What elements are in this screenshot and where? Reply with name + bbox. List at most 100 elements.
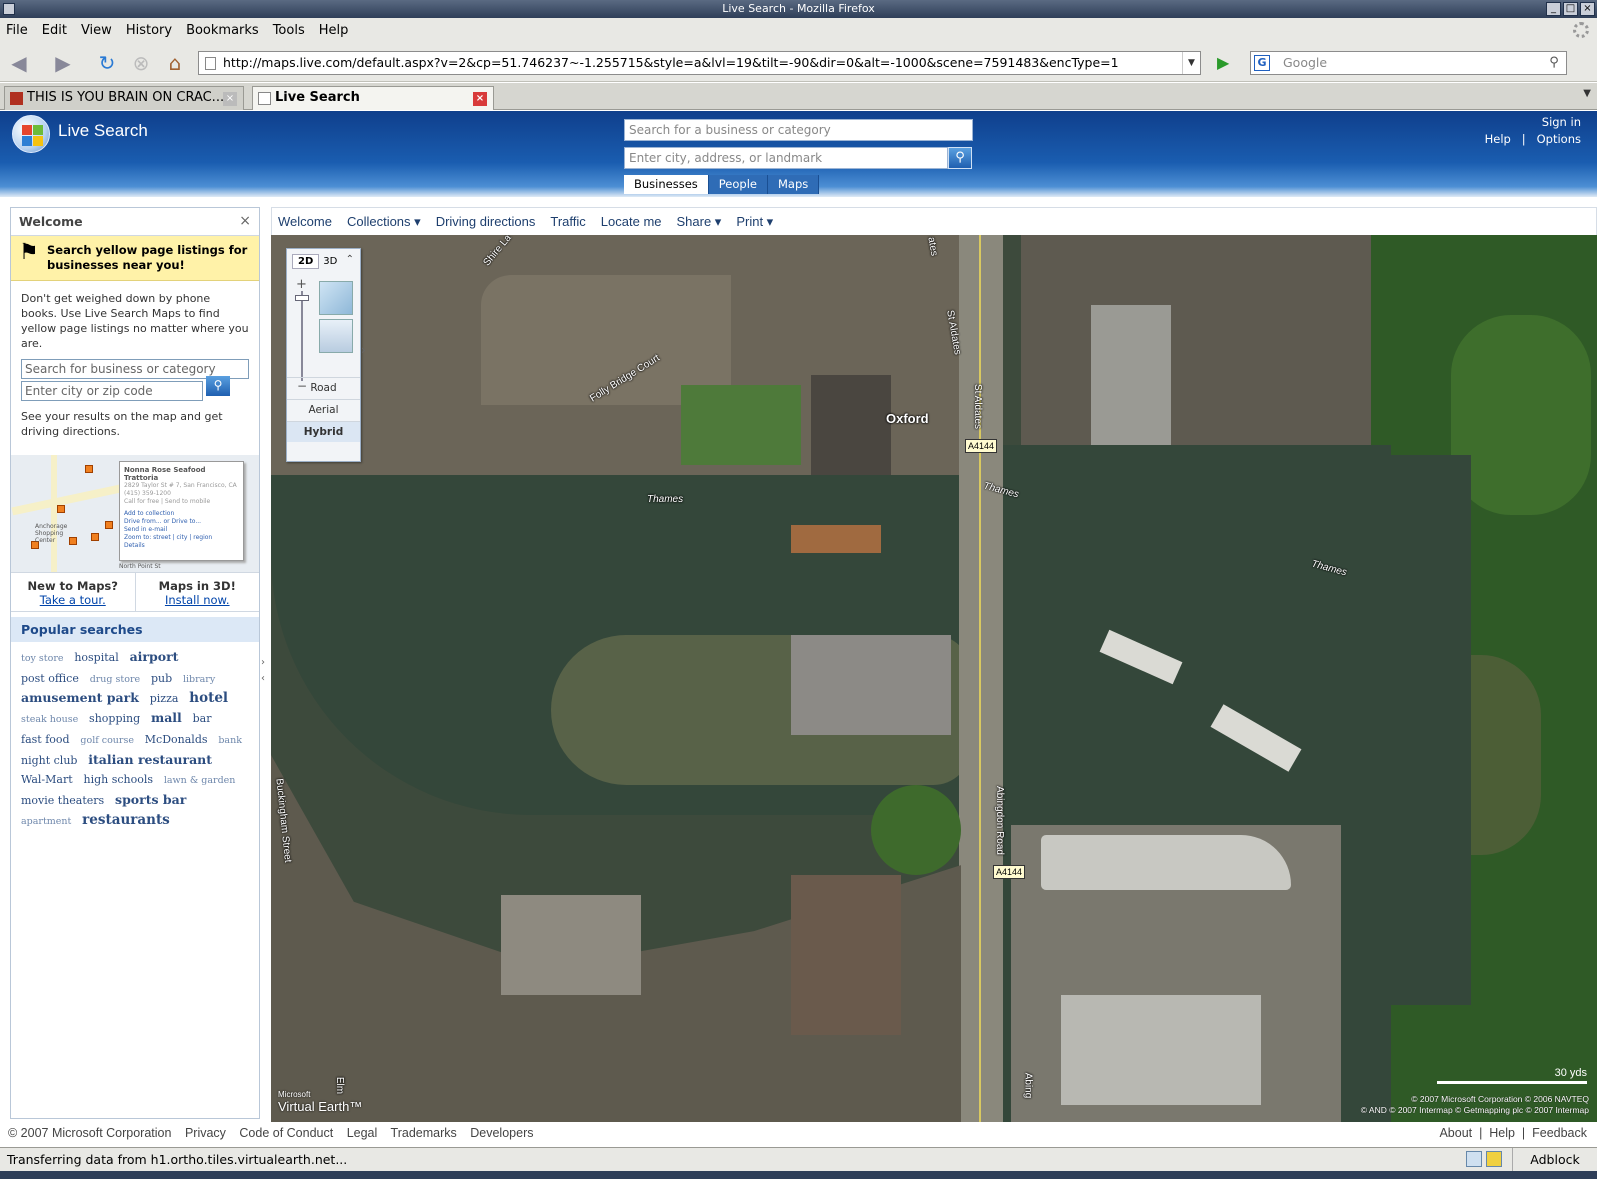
back-icon[interactable]: ◀ xyxy=(6,50,32,76)
url-bar[interactable]: http://maps.live.com/default.aspx?v=2&cp… xyxy=(198,51,1201,75)
zoom-slider[interactable]: + − xyxy=(295,277,309,393)
popular-search-link[interactable]: fast food xyxy=(21,733,70,746)
view-2d-button[interactable]: 2D xyxy=(292,253,320,269)
sidebar-search-icon[interactable]: ⚲ xyxy=(206,376,230,396)
minimize-button[interactable]: _ xyxy=(1546,2,1561,16)
footer-trademarks[interactable]: Trademarks xyxy=(391,1126,457,1140)
close-window-button[interactable]: × xyxy=(1580,2,1595,16)
tab-list-icon[interactable]: ▼ xyxy=(1583,88,1591,99)
popular-search-link[interactable]: bar xyxy=(193,712,212,725)
tab-people[interactable]: People xyxy=(708,175,768,194)
menu-bookmarks[interactable]: Bookmarks xyxy=(186,23,259,38)
footer-privacy[interactable]: Privacy xyxy=(185,1126,226,1140)
popular-search-link[interactable]: pub xyxy=(151,672,172,685)
popular-search-link[interactable]: toy store xyxy=(21,653,64,664)
google-icon[interactable]: G xyxy=(1254,55,1270,71)
panel-close-icon[interactable]: × xyxy=(239,213,251,229)
sign-in-link[interactable]: Sign in xyxy=(1485,114,1581,131)
collapse-control-icon[interactable]: ⌃ xyxy=(346,254,354,265)
popular-search-link[interactable]: restaurants xyxy=(82,812,170,828)
mode-road-button[interactable]: Road xyxy=(287,377,360,398)
take-tour-link[interactable]: Take a tour. xyxy=(11,593,135,607)
adblock-button[interactable]: Adblock xyxy=(1512,1148,1597,1171)
home-icon[interactable]: ⌂ xyxy=(162,50,188,76)
tab-brain[interactable]: THIS IS YOU BRAIN ON CRAC... × xyxy=(4,86,244,110)
popular-search-link[interactable]: library xyxy=(183,674,215,685)
search-icon[interactable]: ⚲ xyxy=(1544,54,1564,72)
footer-code-of-conduct[interactable]: Code of Conduct xyxy=(239,1126,333,1140)
toolbar-collections[interactable]: Collections ▾ xyxy=(347,214,421,230)
popular-search-link[interactable]: bank xyxy=(218,735,242,746)
addon-icon[interactable] xyxy=(1486,1151,1502,1167)
tab-businesses[interactable]: Businesses xyxy=(624,175,709,194)
mode-aerial-button[interactable]: Aerial xyxy=(287,399,360,420)
brand-title[interactable]: Live Search xyxy=(58,121,148,141)
security-icon[interactable] xyxy=(1466,1151,1482,1167)
options-link[interactable]: Options xyxy=(1537,132,1581,146)
footer-developers[interactable]: Developers xyxy=(470,1126,533,1140)
menu-view[interactable]: View xyxy=(81,23,112,38)
stop-icon[interactable]: ⊗ xyxy=(128,50,154,76)
maximize-button[interactable]: □ xyxy=(1563,2,1578,16)
popular-search-link[interactable]: amusement park xyxy=(21,690,139,705)
tab-close-icon[interactable]: × xyxy=(223,92,237,106)
mode-hybrid-button[interactable]: Hybrid xyxy=(287,421,360,442)
popular-search-link[interactable]: movie theaters xyxy=(21,794,104,807)
tab-maps[interactable]: Maps xyxy=(768,175,820,194)
toolbar-locate-me[interactable]: Locate me xyxy=(601,214,662,229)
forward-icon[interactable]: ▶ xyxy=(50,50,76,76)
footer-right-links[interactable]: About | Help | Feedback xyxy=(1439,1126,1587,1140)
popular-search-link[interactable]: apartment xyxy=(21,816,71,827)
reload-icon[interactable]: ↻ xyxy=(94,50,120,76)
footer-legal[interactable]: Legal xyxy=(347,1126,378,1140)
toolbar-print[interactable]: Print ▾ xyxy=(736,214,773,230)
popular-search-link[interactable]: McDonalds xyxy=(145,733,208,746)
search-engine-box[interactable]: G Google ⚲ xyxy=(1250,51,1567,75)
popular-search-link[interactable]: lawn & garden xyxy=(164,775,236,786)
map-style-icon[interactable] xyxy=(319,281,353,315)
popular-search-link[interactable]: pizza xyxy=(150,692,179,705)
popular-search-link[interactable]: night club xyxy=(21,754,77,767)
business-search-input[interactable]: Search for a business or category xyxy=(624,119,973,141)
zoom-in-icon[interactable]: + xyxy=(296,277,307,292)
popular-search-link[interactable]: golf course xyxy=(80,735,134,746)
birds-eye-icon[interactable] xyxy=(319,319,353,353)
city-field[interactable]: Enter city or zip code xyxy=(21,381,203,401)
popular-search-link[interactable]: post office xyxy=(21,672,79,685)
menu-help[interactable]: Help xyxy=(319,23,349,38)
toolbar-driving-directions[interactable]: Driving directions xyxy=(436,214,536,229)
popular-search-link[interactable]: hotel xyxy=(189,690,228,706)
popular-search-link[interactable]: Wal-Mart xyxy=(21,773,73,786)
install-link[interactable]: Install now. xyxy=(136,593,260,607)
popular-search-link[interactable]: steak house xyxy=(21,714,78,725)
toolbar-share[interactable]: Share ▾ xyxy=(677,214,722,230)
menu-tools[interactable]: Tools xyxy=(273,23,305,38)
tab-close-icon[interactable]: × xyxy=(473,92,487,106)
popular-search-link[interactable]: drug store xyxy=(90,674,140,685)
toolbar-traffic[interactable]: Traffic xyxy=(550,214,585,229)
popular-search-link[interactable]: shopping xyxy=(89,712,140,725)
location-search-input[interactable]: Enter city, address, or landmark xyxy=(624,147,948,169)
help-link[interactable]: Help xyxy=(1485,132,1511,146)
url-dropdown-icon[interactable]: ▼ xyxy=(1182,52,1200,74)
windows-logo-icon[interactable] xyxy=(12,115,50,153)
go-icon[interactable]: ▶ xyxy=(1217,53,1229,72)
popular-search-link[interactable]: high schools xyxy=(83,773,153,786)
expand-control-icon[interactable]: › xyxy=(361,343,366,357)
panel-collapse-icon[interactable]: › ‹ xyxy=(261,655,265,687)
menu-history[interactable]: History xyxy=(126,23,172,38)
popular-search-link[interactable]: sports bar xyxy=(115,792,186,807)
window-menu-icon[interactable] xyxy=(3,3,15,15)
menu-file[interactable]: File xyxy=(6,23,28,38)
popular-search-link[interactable]: mall xyxy=(151,710,182,725)
toolbar-welcome[interactable]: Welcome xyxy=(278,214,332,229)
zoom-slider-knob[interactable] xyxy=(295,295,309,301)
tab-live-search[interactable]: Live Search × xyxy=(252,86,494,110)
aerial-map[interactable]: Oxford Thames Thames Thames Folly Bridge… xyxy=(271,235,1597,1122)
search-go-icon[interactable]: ⚲ xyxy=(948,147,972,169)
menu-edit[interactable]: Edit xyxy=(42,23,67,38)
popular-search-link[interactable]: hospital xyxy=(74,651,118,664)
popular-search-link[interactable]: italian restaurant xyxy=(88,752,212,767)
view-3d-button[interactable]: 3D xyxy=(323,256,337,267)
popular-search-link[interactable]: airport xyxy=(130,649,179,664)
